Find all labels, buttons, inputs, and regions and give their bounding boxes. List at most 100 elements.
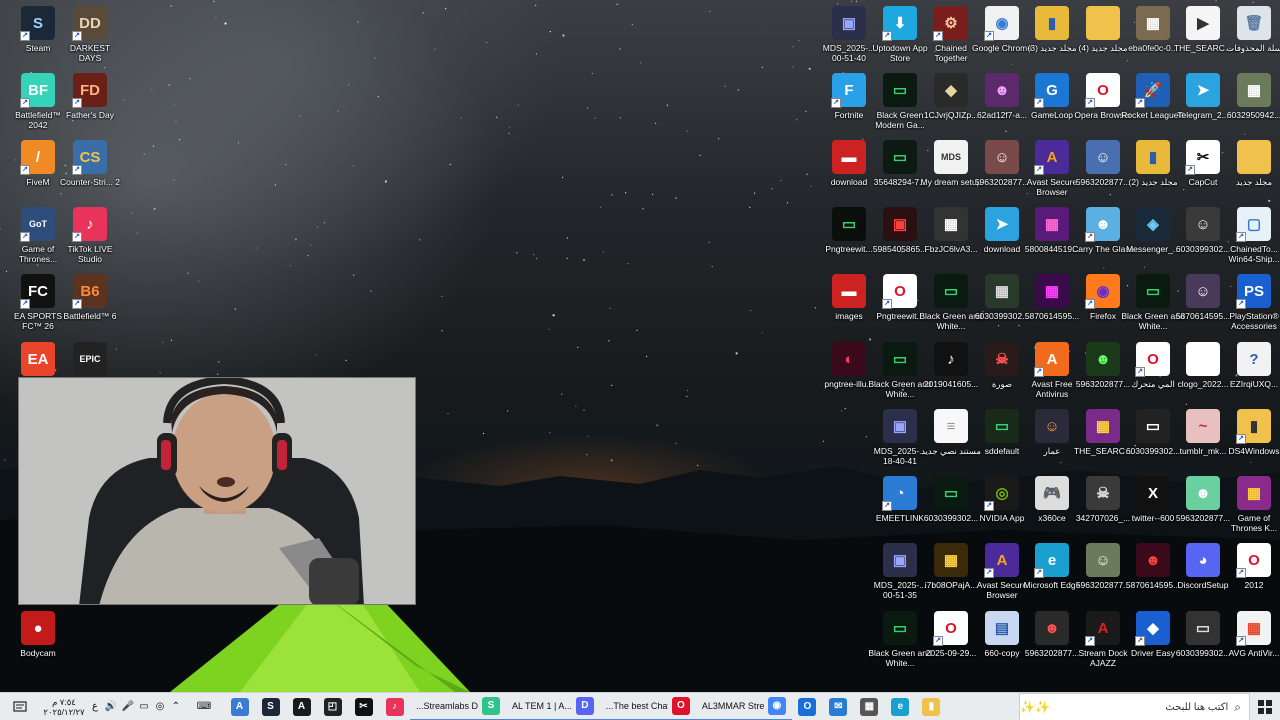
- shortcut-arrow-icon: ↗: [882, 299, 892, 309]
- app-icon: B6 ↗: [72, 274, 107, 309]
- desktop-icon-label: AVG AntiVir...: [1228, 648, 1280, 658]
- edge-icon[interactable]: e: [885, 693, 916, 720]
- tray-app-icon[interactable]: ◎: [152, 693, 168, 720]
- app-icon: ☻: [1186, 476, 1220, 510]
- shortcut-arrow-icon: ↗: [882, 501, 892, 511]
- app-icon: ◐: [832, 342, 866, 376]
- calculator-icon[interactable]: ▦: [854, 693, 885, 720]
- taskbar-running-app[interactable]: AL3MMAR Stre...◉: [695, 693, 792, 720]
- app-icon: 🚀 ↗: [1135, 73, 1170, 108]
- app-icon: ☠: [985, 342, 1019, 376]
- app-store-icon[interactable]: A: [224, 693, 255, 720]
- desktop-icon[interactable]: ▦ ↗ AVG AntiVir...: [1222, 609, 1280, 671]
- desktop-icon[interactable]: DD ↗ DARKEST DAYS: [58, 4, 122, 66]
- app-icon: ☺: [1086, 140, 1120, 174]
- search-box[interactable]: ✨✨ اكتب هنا للبحث ⌕: [1019, 693, 1250, 720]
- desktop-icon[interactable]: ▮ ↗ DS4Windows: [1222, 407, 1280, 469]
- app-icon: A ↗: [1034, 140, 1069, 175]
- desktop-icon[interactable]: ▦ Game of Thrones K...: [1222, 474, 1280, 536]
- desktop-icon[interactable]: 🗑 سلة المحذوفات: [1222, 4, 1280, 66]
- desktop-icon[interactable]: B6 ↗ Battlefield™ 6: [58, 272, 122, 334]
- taskbar-running-app[interactable]: ...Streamlabs De S: [410, 693, 506, 720]
- language-indicator[interactable]: ع: [88, 693, 102, 720]
- outlook-icon[interactable]: O: [792, 693, 823, 720]
- app-icon: ▭: [883, 73, 917, 107]
- microphone-icon[interactable]: 🎤: [120, 693, 136, 720]
- app-icon: A ↗: [1085, 611, 1120, 646]
- app-icon: ▦: [1035, 207, 1069, 241]
- steam-icon[interactable]: S: [255, 693, 286, 720]
- shortcut-arrow-icon: ↗: [20, 31, 30, 41]
- app-icon: / ↗: [20, 140, 55, 175]
- taskbar-running-app[interactable]: AL TEM 1 | A... D: [506, 693, 600, 720]
- shortcut-arrow-icon: ↗: [1236, 636, 1246, 646]
- shortcut-arrow-icon: ↗: [1185, 165, 1195, 175]
- app-icon: ▮: [1136, 140, 1170, 174]
- desktop-icon[interactable]: مجلد جديد: [1222, 138, 1280, 200]
- capcut-icon-glyph: ✂: [354, 697, 373, 716]
- ajazz-icon-glyph: A: [292, 697, 311, 716]
- desktop-icon[interactable]: ♪ ↗ TikTok LIVE Studio: [58, 205, 122, 267]
- taskbar: ٧:٥٤ م ٢٠٢٥/١٢/٢٧ ع 🔊 🎤 ▭ ◎ ⌃ ⌨ A S A ◰ ✂ ♪ .…: [0, 692, 1280, 720]
- shortcut-arrow-icon: ↗: [72, 299, 82, 309]
- desktop-icon-label: PlayStation® Accessories: [1229, 311, 1279, 331]
- start-button[interactable]: [1250, 693, 1280, 720]
- notification-center-button[interactable]: [0, 693, 40, 720]
- desktop-icon[interactable]: CS ↗ Counter-Stri... 2: [58, 138, 122, 200]
- tiktok-icon[interactable]: ♪: [379, 693, 410, 720]
- app-icon: CS ↗: [72, 140, 107, 175]
- capture-icon-glyph: ◰: [323, 697, 342, 716]
- app-icon: ~: [1186, 409, 1220, 443]
- search-placeholder: اكتب هنا للبحث: [1165, 701, 1229, 713]
- shortcut-arrow-icon: ↗: [1236, 299, 1246, 309]
- desktop-icon[interactable]: EPIC: [58, 340, 122, 402]
- app-icon: ◉ ↗: [1085, 274, 1120, 309]
- app-icon: [1086, 6, 1120, 40]
- app-icon: ➤: [985, 207, 1019, 241]
- app-store-icon-glyph: A: [230, 697, 249, 716]
- taskbar-running-app[interactable]: ...The best ChatBO: [599, 693, 696, 720]
- shortcut-arrow-icon: ↗: [72, 31, 82, 41]
- desktop-icon[interactable]: PS ↗ PlayStation® Accessories: [1222, 272, 1280, 334]
- app-icon: O ↗: [1135, 342, 1170, 377]
- desktop-icon[interactable]: ▦ 6032950942...: [1222, 71, 1280, 133]
- app-icon: ◕: [1186, 543, 1220, 577]
- ajazz-icon[interactable]: A: [286, 693, 317, 720]
- volume-icon[interactable]: 🔊: [102, 693, 120, 720]
- desktop-icon[interactable]: O ↗ 2012: [1222, 541, 1280, 603]
- app-icon: ☺: [985, 140, 1019, 174]
- network-icon[interactable]: ▭: [136, 693, 152, 720]
- desktop-icon[interactable]: ? EZIrqiUXQ...: [1222, 340, 1280, 402]
- app-icon: ▬: [832, 274, 866, 308]
- app-icon: ▭: [934, 274, 968, 308]
- shortcut-arrow-icon: ↗: [831, 98, 841, 108]
- app-icon: [1186, 342, 1220, 376]
- shortcut-arrow-icon: ↗: [20, 165, 30, 175]
- app-icon: ♪: [934, 342, 968, 376]
- app-icon: A ↗: [1034, 342, 1069, 377]
- desktop-icon[interactable]: ● Bodycam: [6, 609, 70, 671]
- capture-icon[interactable]: ◰: [317, 693, 348, 720]
- desktop-icon[interactable]: FD ↗ Father's Day: [58, 71, 122, 133]
- shortcut-arrow-icon: ↗: [1085, 232, 1095, 242]
- desktop-icon-label: DARKEST DAYS: [69, 43, 111, 63]
- app-icon: e ↗: [1034, 543, 1069, 578]
- desktop-icon-label: Counter-Stri... 2: [60, 177, 120, 187]
- keyboard-icon[interactable]: ⌨: [184, 693, 224, 720]
- desktop-icon[interactable]: ▢ ↗ ChainedTo... Win64-Ship...: [1222, 205, 1280, 267]
- app-icon: ☻: [1136, 543, 1170, 577]
- capcut-icon[interactable]: ✂: [348, 693, 379, 720]
- app-icon: ▤: [985, 611, 1019, 645]
- explorer-icon[interactable]: ▮: [916, 693, 947, 720]
- desktop-icon-label: Bodycam: [20, 648, 56, 658]
- app-icon: ☺: [1086, 543, 1120, 577]
- app-icon: O ↗: [882, 274, 917, 309]
- mail-icon[interactable]: ✉: [823, 693, 854, 720]
- app-icon: 🗑: [1237, 6, 1271, 40]
- app-icon: ▬: [832, 140, 866, 174]
- tray-chevron-icon[interactable]: ⌃: [168, 693, 184, 720]
- app-icon: ▮ ↗: [1236, 409, 1271, 444]
- app-icon: ▭: [883, 140, 917, 174]
- shortcut-arrow-icon: ↗: [1085, 636, 1095, 646]
- clock[interactable]: ٧:٥٤ م ٢٠٢٥/١٢/٢٧: [40, 693, 88, 720]
